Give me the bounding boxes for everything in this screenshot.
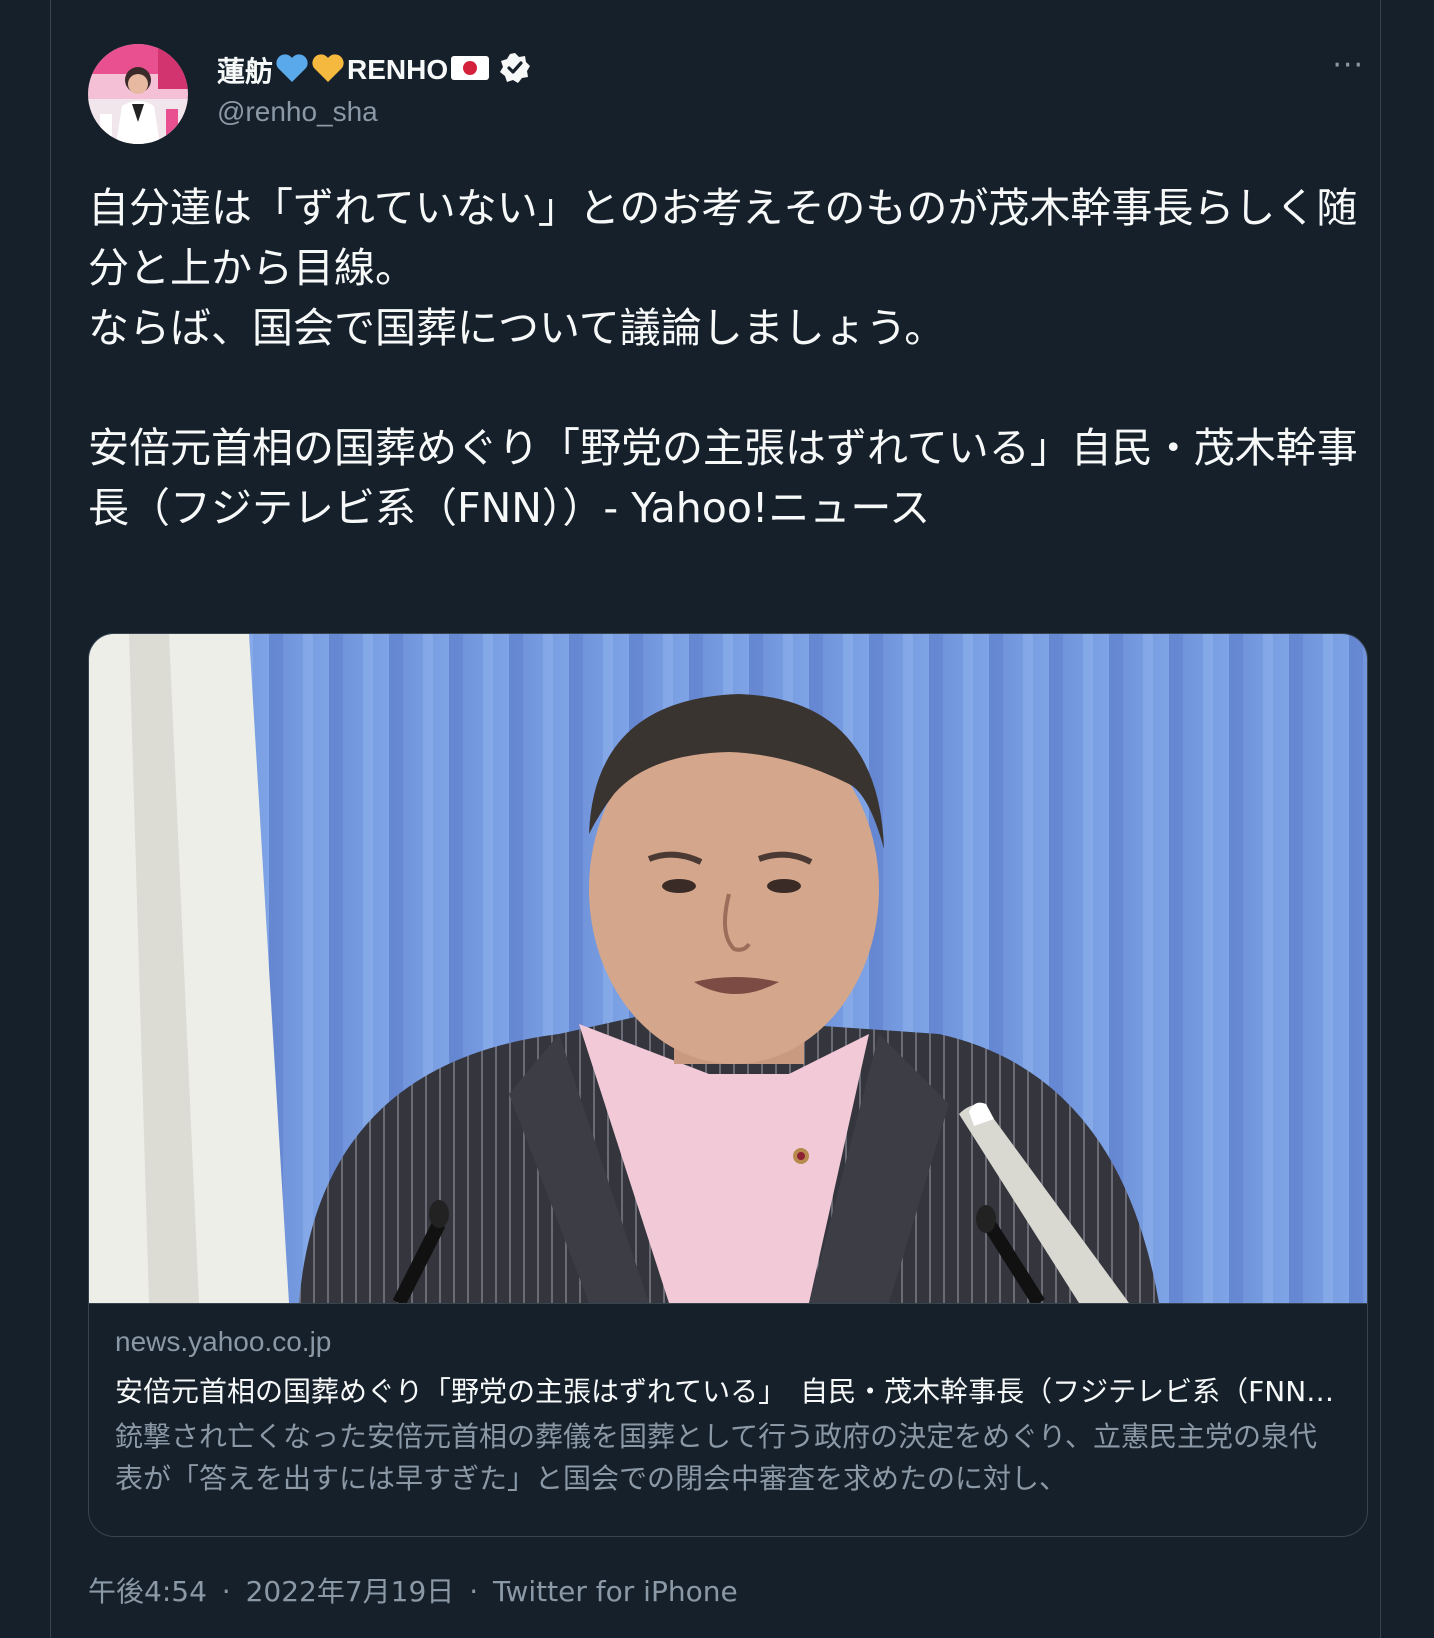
japan-flag-icon — [450, 54, 490, 86]
author-name-row[interactable]: 蓮舫 RENHO — [217, 50, 532, 90]
card-image — [89, 634, 1367, 1303]
card-title: 安倍元首相の国葬めぐり「野党の主張はずれている」 自民・茂木幹事長（フジテレビ系… — [115, 1375, 1345, 1408]
tweet-text: 自分達は「ずれていない」とのお考えそのものが茂木幹事長らしく随分と上から目線。 … — [88, 184, 1358, 532]
card-description: 銃撃され亡くなった安倍元首相の葬儀を国葬として行う政府の決定をめぐり、立憲民主党… — [115, 1420, 1318, 1495]
display-name-part1: 蓮舫 — [217, 56, 274, 87]
meta-separator: · — [221, 1575, 231, 1608]
yellow-heart-icon — [311, 53, 345, 87]
verified-badge-icon — [498, 51, 532, 89]
card-body: news.yahoo.co.jp 安倍元首相の国葬めぐり「野党の主張はずれている… — [89, 1303, 1367, 1536]
more-options-icon[interactable]: ··· — [1332, 51, 1364, 81]
meta-separator: · — [469, 1575, 479, 1608]
blue-heart-icon — [275, 53, 309, 87]
tweet-date[interactable]: 2022年7月19日 — [246, 1575, 455, 1608]
link-card[interactable]: news.yahoo.co.jp 安倍元首相の国葬めぐり「野党の主張はずれている… — [88, 633, 1368, 1537]
card-domain: news.yahoo.co.jp — [115, 1326, 332, 1357]
tweet-time[interactable]: 午後4:54 — [88, 1575, 207, 1608]
author-handle[interactable]: @renho_sha — [217, 96, 378, 128]
tweet-client[interactable]: Twitter for iPhone — [493, 1575, 738, 1608]
frame-border-left — [50, 0, 51, 1638]
avatar[interactable] — [88, 44, 188, 144]
display-name-part2: RENHO — [347, 54, 449, 85]
frame-border-right — [1380, 0, 1381, 1638]
tweet-metadata: 午後4:54 · 2022年7月19日 · Twitter for iPhone — [88, 1570, 738, 1610]
